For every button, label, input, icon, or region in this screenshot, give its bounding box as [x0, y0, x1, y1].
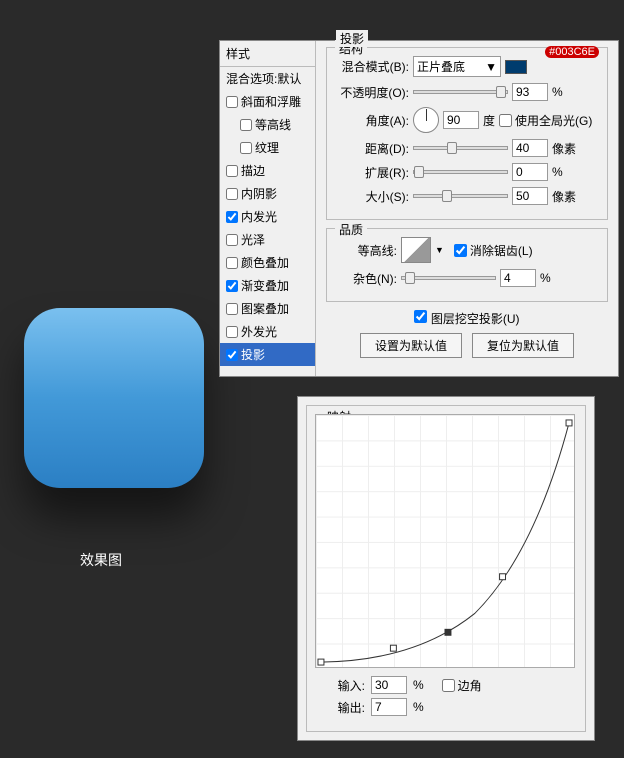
curve-output-field[interactable]	[371, 698, 407, 716]
shadow-settings-panel: 结构 #003C6E 混合模式(B): 正片叠底▼ 不透明度(O): % 角度(…	[316, 41, 618, 376]
curve-output-label: 输出:	[335, 699, 365, 716]
style-item-7[interactable]: 颜色叠加	[220, 251, 315, 274]
antialias-checkbox[interactable]: 消除锯齿(L)	[454, 242, 533, 259]
style-item-10[interactable]: 外发光	[220, 320, 315, 343]
noise-label: 杂色(N):	[337, 270, 397, 287]
noise-input[interactable]	[500, 269, 536, 287]
curve-path	[316, 415, 574, 667]
opacity-input[interactable]	[512, 83, 548, 101]
spread-input[interactable]	[512, 163, 548, 181]
layer-style-dialog: 样式 混合选项:默认 斜面和浮雕等高线纹理描边内阴影内发光光泽颜色叠加渐变叠加图…	[219, 40, 619, 377]
quality-legend: 品质	[335, 221, 367, 238]
size-label: 大小(S):	[337, 188, 409, 205]
spread-slider[interactable]	[413, 170, 508, 174]
blending-options[interactable]: 混合选项:默认	[220, 67, 315, 90]
curve-input-label: 输入:	[335, 677, 365, 694]
contour-editor-dialog: 映射 输入: % 边角 输出: %	[297, 396, 595, 741]
style-item-6[interactable]: 光泽	[220, 228, 315, 251]
opacity-label: 不透明度(O):	[337, 84, 409, 101]
style-item-1[interactable]: 等高线	[220, 113, 315, 136]
curve-input-field[interactable]	[371, 676, 407, 694]
reset-default-button[interactable]: 复位为默认值	[472, 333, 574, 358]
set-default-button[interactable]: 设置为默认值	[360, 333, 462, 358]
drop-shadow-title: 投影	[336, 30, 368, 47]
contour-picker[interactable]	[401, 237, 431, 263]
layer-knockout-checkbox[interactable]: 图层挖空投影(U)	[414, 312, 519, 326]
spread-label: 扩展(R):	[337, 164, 409, 181]
style-item-11[interactable]: 投影	[220, 343, 315, 366]
styles-header: 样式	[220, 41, 315, 67]
angle-label: 角度(A):	[337, 112, 409, 129]
contour-label: 等高线:	[337, 242, 397, 259]
style-item-9[interactable]: 图案叠加	[220, 297, 315, 320]
angle-dial[interactable]	[413, 107, 439, 133]
size-input[interactable]	[512, 187, 548, 205]
global-light-checkbox[interactable]: 使用全局光(G)	[499, 112, 592, 129]
color-code-badge: #003C6E	[545, 46, 599, 58]
size-slider[interactable]	[413, 194, 508, 198]
distance-label: 距离(D):	[337, 140, 409, 157]
quality-fieldset: 品质 等高线: ▼ 消除锯齿(L) 杂色(N): %	[326, 228, 608, 302]
corner-checkbox[interactable]: 边角	[442, 677, 482, 694]
chevron-down-icon[interactable]: ▼	[435, 245, 444, 255]
distance-input[interactable]	[512, 139, 548, 157]
style-item-0[interactable]: 斜面和浮雕	[220, 90, 315, 113]
curve-canvas[interactable]	[315, 414, 575, 668]
shadow-color-swatch[interactable]	[505, 60, 527, 74]
style-item-5[interactable]: 内发光	[220, 205, 315, 228]
style-item-3[interactable]: 描边	[220, 159, 315, 182]
style-item-4[interactable]: 内阴影	[220, 182, 315, 205]
blend-mode-dropdown[interactable]: 正片叠底▼	[413, 56, 501, 77]
angle-input[interactable]	[443, 111, 479, 129]
opacity-slider[interactable]	[413, 90, 508, 94]
chevron-down-icon: ▼	[485, 60, 497, 74]
blend-mode-label: 混合模式(B):	[337, 58, 409, 75]
structure-fieldset: 结构 #003C6E 混合模式(B): 正片叠底▼ 不透明度(O): % 角度(…	[326, 47, 608, 220]
styles-panel: 样式 混合选项:默认 斜面和浮雕等高线纹理描边内阴影内发光光泽颜色叠加渐变叠加图…	[220, 41, 316, 376]
icon-preview	[24, 308, 204, 488]
distance-slider[interactable]	[413, 146, 508, 150]
noise-slider[interactable]	[401, 276, 496, 280]
style-item-2[interactable]: 纹理	[220, 136, 315, 159]
preview-label: 效果图	[80, 550, 122, 570]
style-item-8[interactable]: 渐变叠加	[220, 274, 315, 297]
